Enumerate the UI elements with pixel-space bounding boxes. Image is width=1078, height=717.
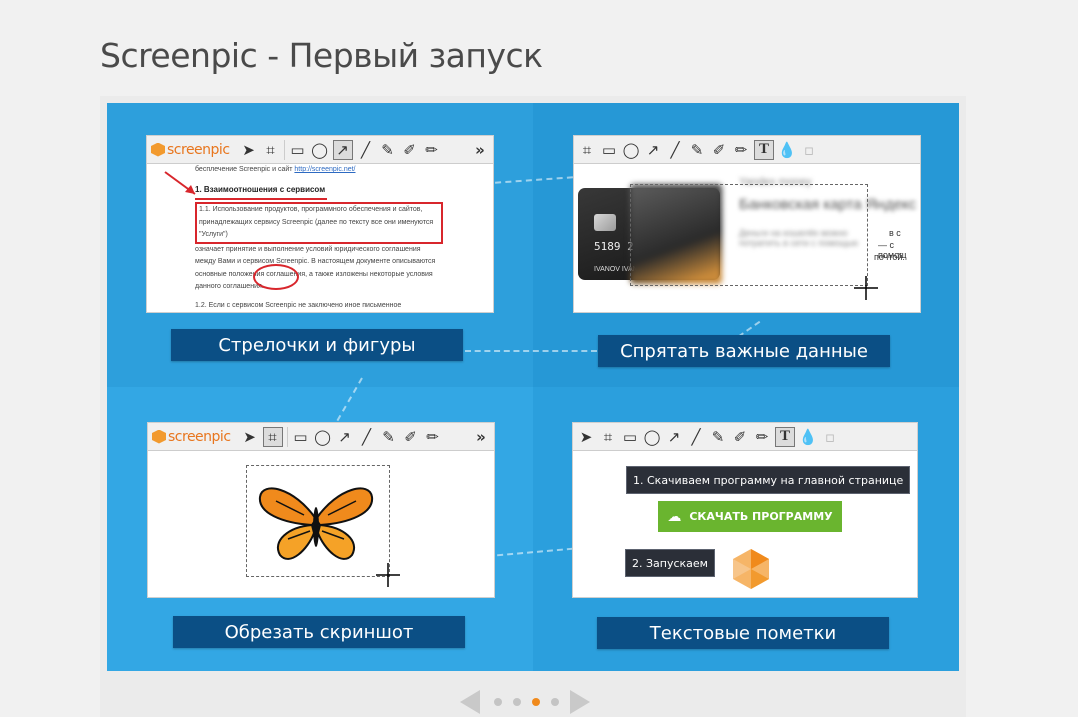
- app-logo-icon: [733, 549, 769, 589]
- doc-heading: 1. Взаимоотношения с сервисом: [195, 184, 326, 194]
- doc-line: бесплечение Screenpic и сайт http://scre…: [195, 164, 443, 177]
- rectangle-icon[interactable]: ▭: [289, 141, 307, 159]
- screenshot-arrows: screenpic ➤ ⌗ ▭ ◯ ↗ ╱ ✎ ✐ ✏ » бесплечени…: [146, 135, 494, 313]
- feature-slider: screenpic ➤ ⌗ ▭ ◯ ↗ ╱ ✎ ✐ ✏ » бесплечени…: [100, 96, 966, 717]
- text-tool-icon[interactable]: T: [775, 426, 795, 447]
- crop-icon[interactable]: ⌗: [599, 428, 617, 446]
- red-arrow-icon: [164, 171, 196, 195]
- pointer-icon[interactable]: ➤: [577, 428, 595, 446]
- toolbar-divider: [286, 426, 288, 447]
- doc-intro: бесплечение Screenpic и сайт: [195, 166, 295, 173]
- line-icon[interactable]: ╱: [357, 141, 375, 159]
- visible-text: почтой.: [874, 252, 905, 262]
- more-icon[interactable]: »: [472, 428, 490, 446]
- pointer-icon[interactable]: ➤: [240, 141, 258, 159]
- pencil-icon[interactable]: ✎: [379, 141, 397, 159]
- logo-icon: [151, 142, 165, 157]
- label-crop: Обрезать скриншот: [173, 616, 465, 648]
- text-note-step1: 1. Скачиваем программу на главной страни…: [626, 466, 911, 494]
- rectangle-icon[interactable]: ▭: [600, 141, 618, 159]
- prev-arrow-icon[interactable]: [460, 690, 480, 714]
- red-underline: [195, 198, 327, 200]
- screenshot-crop: screenpic ➤ ⌗ ▭ ◯ ↗ ╱ ✎ ✐ ✏ »: [147, 422, 495, 598]
- text-note-step2: 2. Запускаем: [625, 549, 715, 577]
- logo-text: screenpic: [168, 428, 231, 445]
- brush-icon[interactable]: ✐: [710, 141, 728, 159]
- slider-dot-3[interactable]: [532, 698, 540, 706]
- rectangle-icon[interactable]: ▭: [292, 428, 310, 446]
- download-label: СКАЧАТЬ ПРОГРАММУ: [689, 510, 833, 523]
- doc-paragraph: 1.2. Если с сервисом Screenpic не заключ…: [195, 301, 402, 309]
- arrow-icon[interactable]: ↗: [332, 139, 353, 160]
- text-tool-icon[interactable]: T: [754, 139, 774, 160]
- label-hide-data: Спрятать важные данные: [598, 335, 890, 367]
- blur-drop-icon[interactable]: 💧: [778, 141, 797, 159]
- marker-icon[interactable]: ✏: [732, 141, 750, 159]
- brush-icon[interactable]: ✐: [402, 428, 420, 446]
- red-ellipse: [253, 264, 299, 290]
- crosshair-cursor-icon: [376, 563, 400, 587]
- connector-line: [465, 350, 597, 352]
- pencil-icon[interactable]: ✎: [688, 141, 706, 159]
- slider-dot-2[interactable]: [513, 698, 521, 706]
- crosshair-cursor-icon: [854, 276, 878, 300]
- color-picker-icon[interactable]: ▫: [821, 428, 839, 446]
- ellipse-icon[interactable]: ◯: [643, 428, 661, 446]
- color-picker-icon[interactable]: ▫: [800, 141, 818, 159]
- ellipse-icon[interactable]: ◯: [314, 428, 332, 446]
- slider-dot-1[interactable]: [494, 698, 502, 706]
- arrow-icon[interactable]: ↗: [644, 141, 662, 159]
- crop-icon[interactable]: ⌗: [262, 141, 280, 159]
- ellipse-icon[interactable]: ◯: [311, 141, 329, 159]
- editor-toolbar: screenpic ➤ ⌗ ▭ ◯ ↗ ╱ ✎ ✐ ✏ »: [147, 136, 493, 164]
- marker-icon[interactable]: ✏: [423, 141, 441, 159]
- doc-paragraph-highlight: 1.1. Использование продуктов, программно…: [195, 202, 443, 244]
- next-arrow-icon[interactable]: [570, 690, 590, 714]
- document-text: бесплечение Screenpic и сайт http://scre…: [195, 164, 443, 312]
- visible-text: в с: [889, 228, 901, 238]
- screenpic-logo: screenpic: [152, 429, 231, 445]
- pencil-icon[interactable]: ✎: [380, 428, 398, 446]
- marker-icon[interactable]: ✏: [424, 428, 442, 446]
- marker-icon[interactable]: ✏: [753, 428, 771, 446]
- label-text-marks: Текстовые пометки: [597, 617, 889, 649]
- crop-icon[interactable]: ⌗: [262, 426, 283, 447]
- slider-nav: [100, 690, 966, 714]
- editor-toolbar: ⌗ ▭ ◯ ↗ ╱ ✎ ✐ ✏ T 💧 ▫: [574, 136, 920, 164]
- doc-paragraph: означает принятие и выполнение условий ю…: [195, 245, 436, 291]
- pencil-icon[interactable]: ✎: [709, 428, 727, 446]
- screenshot-text-marks: ➤ ⌗ ▭ ◯ ↗ ╱ ✎ ✐ ✏ T 💧 ▫ 1. Скачиваем про…: [572, 422, 918, 598]
- rectangle-icon[interactable]: ▭: [621, 428, 639, 446]
- arrow-icon[interactable]: ↗: [665, 428, 683, 446]
- logo-text: screenpic: [167, 141, 230, 158]
- slider-dot-4[interactable]: [551, 698, 559, 706]
- cloud-download-icon: ☁: [667, 508, 682, 525]
- line-icon[interactable]: ╱: [687, 428, 705, 446]
- toolbar-divider: [283, 139, 285, 160]
- screenshot-hide-data: ⌗ ▭ ◯ ↗ ╱ ✎ ✐ ✏ T 💧 ▫ 5189 2 IVANOV IVAN…: [573, 135, 921, 313]
- card-number: 5189 2: [594, 240, 634, 253]
- slide: screenpic ➤ ⌗ ▭ ◯ ↗ ╱ ✎ ✐ ✏ » бесплечени…: [107, 103, 959, 671]
- editor-toolbar: screenpic ➤ ⌗ ▭ ◯ ↗ ╱ ✎ ✐ ✏ »: [148, 423, 494, 451]
- logo-icon: [152, 429, 166, 444]
- butterfly-icon: [258, 487, 374, 560]
- line-icon[interactable]: ╱: [666, 141, 684, 159]
- page-title: Screenpic - Первый запуск: [100, 36, 543, 75]
- crop-icon[interactable]: ⌗: [578, 141, 596, 159]
- card-chip: [594, 214, 616, 231]
- ellipse-icon[interactable]: ◯: [622, 141, 640, 159]
- blur-drop-icon[interactable]: 💧: [799, 428, 818, 446]
- more-icon[interactable]: »: [471, 141, 489, 159]
- line-icon[interactable]: ╱: [358, 428, 376, 446]
- pointer-icon[interactable]: ➤: [241, 428, 259, 446]
- label-arrows-shapes: Стрелочки и фигуры: [171, 329, 463, 361]
- download-button: ☁ СКАЧАТЬ ПРОГРАММУ: [658, 501, 842, 532]
- screenpic-logo: screenpic: [151, 142, 230, 158]
- editor-toolbar: ➤ ⌗ ▭ ◯ ↗ ╱ ✎ ✐ ✏ T 💧 ▫: [573, 423, 917, 451]
- brush-icon[interactable]: ✐: [401, 141, 419, 159]
- selection-rectangle: [630, 184, 868, 286]
- brush-icon[interactable]: ✐: [731, 428, 749, 446]
- doc-link: http://screenpic.net/: [294, 166, 356, 173]
- arrow-icon[interactable]: ↗: [336, 428, 354, 446]
